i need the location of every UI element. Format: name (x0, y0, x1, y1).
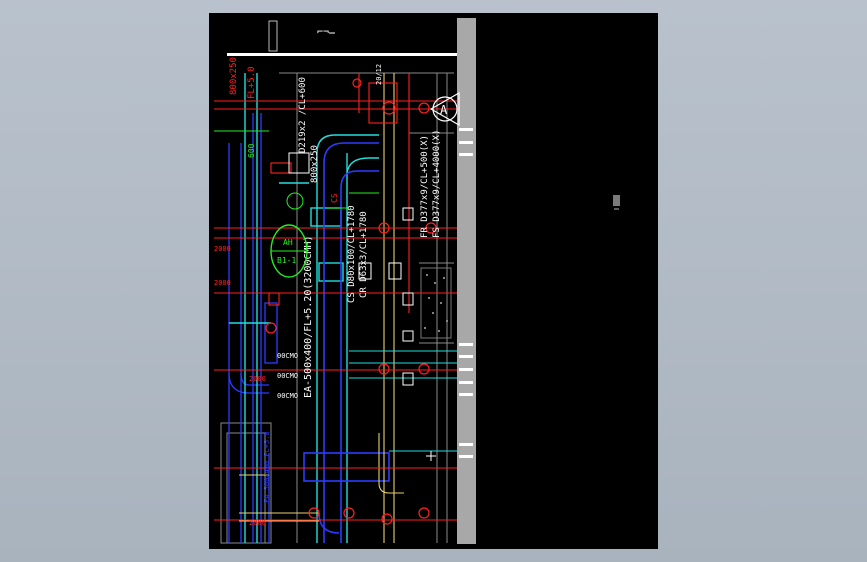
tag-top: ⌐¬ (317, 27, 329, 38)
label-duct-vertical-2: 800x250 (310, 145, 320, 183)
label-equipment-sub: AH (283, 238, 293, 247)
stray-object-2 (614, 208, 619, 210)
label-side-2: 2000 (214, 279, 231, 287)
wall-band (457, 18, 476, 544)
label-equipment: B1-1 (277, 256, 296, 265)
label-eq-code: 20/12 (375, 64, 383, 85)
label-cs-1: CS (330, 193, 339, 203)
label-cs-pipe: CS D80x100/CL+1780 (347, 205, 357, 303)
cyan-horizontals (349, 350, 457, 452)
label-duct-vertical-1: D219x2 /CL+600 (298, 77, 308, 153)
drawing-sheet[interactable]: ⌐¬ 800x250 FL+5.0 2000 2000 2000 2000 CS… (209, 13, 658, 549)
label-dim-a: 600 (247, 143, 256, 158)
label-cmh-3: 00CMO (277, 392, 298, 400)
red-labels: 800x250 FL+5.0 2000 2000 2000 2000 CS (214, 57, 339, 527)
label-side-3: 2000 (249, 375, 266, 383)
label-side-4: 2000 (249, 519, 266, 527)
cad-viewer: ⌐¬ 800x250 FL+5.0 2000 2000 2000 2000 CS… (0, 0, 867, 562)
label-cr-pipe: CR D63x3/CL+1780 (359, 211, 369, 298)
label-fr-pipe: FR D377x9/CL+500(X) (420, 135, 430, 238)
grid-marker-top (268, 20, 278, 52)
label-a-marker: A (440, 103, 448, 117)
cad-drawing[interactable]: ⌐¬ 800x250 FL+5.0 2000 2000 2000 2000 CS… (209, 13, 658, 549)
building-line-top (227, 53, 457, 56)
label-ea-duct: EA-500x400/FL+5.20(3200CMH) (303, 235, 314, 398)
label-side-1: 2000 (214, 245, 231, 253)
label-fs-pipe: FS D377x9/CL+4000(X) (432, 130, 442, 238)
label-cmh-1: 00CMO (277, 352, 298, 360)
label-fl-top: FL+5.0 (247, 66, 257, 99)
label-cmh-2: 00CMO (277, 372, 298, 380)
stray-object (613, 195, 620, 206)
small-symbols (329, 32, 436, 461)
label-duct-top: 800x250 (229, 57, 239, 95)
equipment-tag[interactable]: AH B1-1 (270, 224, 308, 278)
label-vert-blue: FA 500x400 FL+5.0 (263, 431, 271, 503)
